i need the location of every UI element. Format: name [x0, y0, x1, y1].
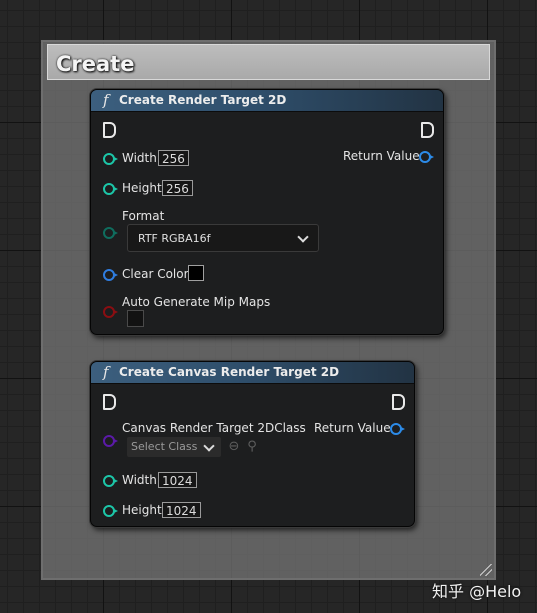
return-value-label: Return Value	[314, 421, 391, 435]
return-value-pin[interactable]	[390, 423, 405, 435]
function-icon: f	[103, 91, 109, 109]
format-dropdown[interactable]: RTF RGBA16f	[127, 224, 319, 252]
node-create-canvas-render-target-2d[interactable]: f Create Canvas Render Target 2D Canvas …	[90, 361, 415, 527]
width-label: Width	[122, 151, 157, 165]
height-pin[interactable]	[103, 505, 118, 517]
exec-in-pin-icon[interactable]	[103, 394, 116, 410]
select-class-dropdown[interactable]: Select Class	[127, 437, 221, 457]
height-input[interactable]: 256	[162, 180, 193, 196]
width-pin[interactable]	[103, 475, 118, 487]
width-label: Width	[122, 473, 157, 487]
watermark: 知乎 @Helo	[432, 582, 522, 601]
node-create-render-target-2d[interactable]: f Create Render Target 2D Width 256 Retu…	[90, 89, 444, 335]
auto-mip-checkbox[interactable]	[127, 310, 144, 327]
node-header[interactable]: f Create Render Target 2D	[91, 90, 443, 112]
auto-mip-label: Auto Generate Mip Maps	[122, 295, 271, 309]
exec-out-pin-icon[interactable]	[421, 122, 434, 138]
return-value-pin[interactable]	[419, 151, 434, 163]
search-icon[interactable]: ⚲	[245, 440, 259, 454]
height-input[interactable]: 1024	[162, 502, 201, 518]
clear-color-pin[interactable]	[103, 269, 118, 281]
exec-in-pin-icon[interactable]	[103, 122, 116, 138]
clear-color-label: Clear Color	[122, 267, 189, 281]
class-label: Canvas Render Target 2DClass	[122, 421, 306, 435]
function-icon: f	[103, 363, 109, 381]
height-label: Height	[122, 181, 162, 195]
exec-out-pin-icon[interactable]	[392, 394, 405, 410]
format-value: RTF RGBA16f	[138, 232, 211, 245]
resize-grip[interactable]	[480, 564, 492, 576]
chevron-down-icon	[203, 440, 215, 452]
height-label: Height	[122, 503, 162, 517]
return-value-label: Return Value	[343, 149, 420, 163]
format-pin[interactable]	[103, 227, 118, 239]
width-pin[interactable]	[103, 153, 118, 165]
width-input[interactable]: 256	[158, 150, 189, 166]
chevron-down-icon	[297, 231, 309, 243]
node-title: Create Render Target 2D	[119, 93, 287, 107]
height-pin[interactable]	[103, 183, 118, 195]
clear-color-swatch[interactable]	[188, 265, 204, 281]
format-label: Format	[122, 209, 165, 223]
comment-title[interactable]: Create	[56, 52, 134, 76]
width-input[interactable]: 1024	[158, 472, 197, 488]
class-pin[interactable]	[103, 435, 118, 447]
comment-header[interactable]: Create	[47, 44, 490, 80]
node-title: Create Canvas Render Target 2D	[119, 365, 340, 379]
auto-mip-pin[interactable]	[103, 306, 118, 318]
node-header[interactable]: f Create Canvas Render Target 2D	[91, 362, 414, 384]
select-class-value: Select Class	[131, 440, 198, 453]
arrow-left-circle-icon[interactable]: ⊖	[227, 440, 241, 454]
